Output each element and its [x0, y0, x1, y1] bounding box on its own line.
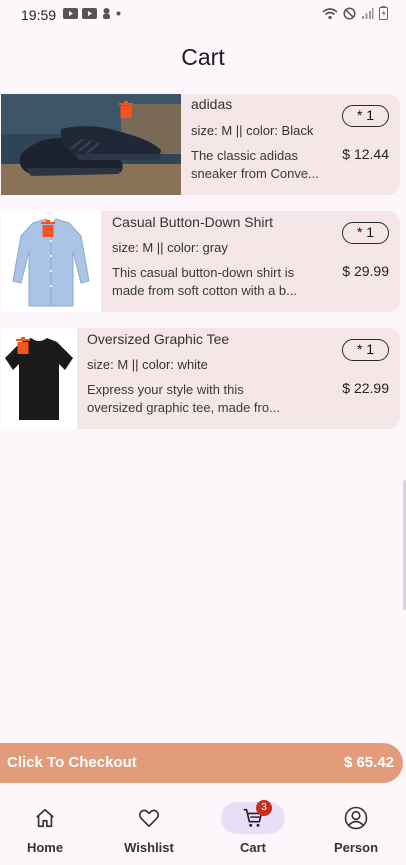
item-description-line: made from soft cotton with a b... — [112, 283, 297, 298]
item-description-line: Express your style with this — [87, 382, 244, 397]
item-price: $ 12.44 — [342, 146, 389, 162]
battery-icon — [379, 6, 388, 20]
status-time: 19:59 — [21, 7, 57, 23]
wifi-icon — [322, 7, 338, 19]
product-image-tee — [1, 328, 77, 429]
nav-icon-container: 3 — [221, 800, 285, 834]
trash-icon[interactable] — [16, 337, 30, 354]
nav-item-home[interactable]: Home — [0, 790, 95, 860]
checkout-total: $ 65.42 — [343, 754, 394, 771]
item-description: Express your style with this oversized g… — [87, 381, 292, 417]
system-icons — [322, 6, 388, 20]
item-description-line: sneaker from Conve... — [191, 166, 319, 181]
item-description-line: This casual button-down shirt is — [112, 265, 295, 280]
do-not-disturb-icon — [343, 6, 356, 20]
checkout-label: Click To Checkout — [7, 754, 137, 771]
home-icon — [36, 808, 54, 828]
item-description: This casual button-down shirt is made fr… — [112, 264, 317, 300]
nav-icon-container — [324, 802, 388, 834]
nav-label: Person — [333, 840, 379, 855]
cart-item[interactable]: Oversized Graphic Tee size: M || color: … — [1, 328, 400, 429]
trash-icon[interactable] — [119, 101, 133, 118]
cart-item[interactable]: adidas size: M || color: Black The class… — [1, 94, 400, 195]
item-description-line: The classic adidas — [191, 148, 298, 163]
nav-item-wishlist[interactable]: Wishlist — [99, 790, 199, 860]
item-name: Oversized Graphic Tee — [87, 331, 230, 347]
nav-icon-container — [13, 802, 77, 834]
cart-badge: 3 — [256, 800, 272, 816]
item-meta: size: M || color: gray — [112, 240, 228, 255]
quantity-button[interactable]: * 1 — [342, 222, 389, 244]
quantity-button[interactable]: * 1 — [342, 105, 389, 127]
quantity-button[interactable]: * 1 — [342, 339, 389, 361]
nav-item-cart[interactable]: 3 Cart — [203, 790, 303, 860]
item-meta: size: M || color: white — [87, 357, 208, 372]
item-description-line: oversized graphic tee, made fro... — [87, 400, 280, 415]
status-bar: 19:59 — [0, 0, 406, 30]
item-meta: size: M || color: Black — [191, 123, 314, 138]
notification-icons — [63, 7, 121, 20]
nav-icon-container — [117, 802, 181, 834]
nav-item-person[interactable]: Person — [306, 790, 406, 860]
trash-icon[interactable] — [41, 220, 55, 237]
checkout-button[interactable]: Click To Checkout $ 65.42 — [0, 743, 403, 783]
nav-label: Cart — [239, 840, 266, 855]
signal-icon — [362, 7, 374, 19]
item-description: The classic adidas sneaker from Conve... — [191, 147, 326, 183]
item-price: $ 29.99 — [342, 263, 389, 279]
item-name: Casual Button-Down Shirt — [112, 214, 274, 230]
item-price: $ 22.99 — [342, 380, 389, 396]
heart-icon — [138, 809, 160, 827]
item-name: adidas — [191, 96, 233, 112]
bottom-navigation: Home Wishlist 3 Cart Person — [0, 790, 406, 865]
app-notification-icon — [103, 8, 110, 19]
nav-label: Home — [26, 840, 64, 855]
nav-label: Wishlist — [124, 840, 174, 855]
cart-item[interactable]: Casual Button-Down Shirt size: M || colo… — [1, 211, 400, 312]
page-title: Cart — [181, 44, 225, 70]
person-icon — [344, 806, 368, 830]
product-image-sneaker — [1, 94, 181, 195]
youtube-icon — [63, 8, 78, 19]
dot-icon — [116, 11, 121, 16]
youtube-icon — [82, 8, 97, 19]
